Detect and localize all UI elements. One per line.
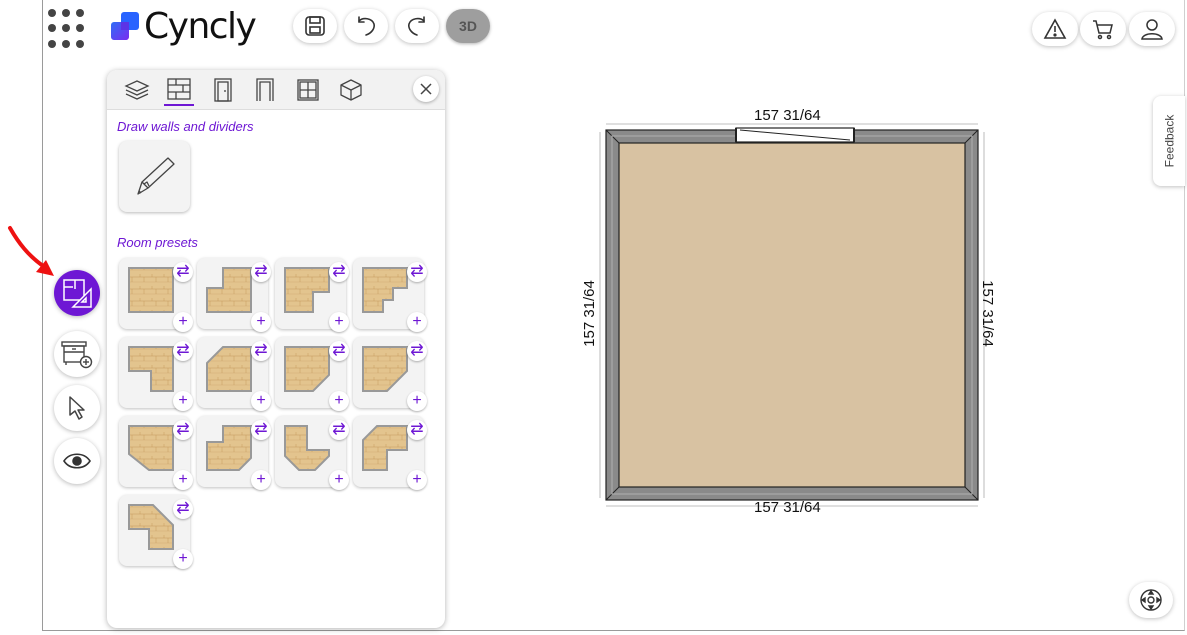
- cart-button[interactable]: [1080, 12, 1126, 46]
- tab-doors[interactable]: [208, 74, 238, 106]
- close-panel-button[interactable]: [413, 76, 439, 102]
- feedback-label: Feedback: [1162, 114, 1177, 168]
- panel-tabs: [107, 70, 445, 110]
- preset-angled-bottom-left[interactable]: ⇄ +: [119, 416, 193, 490]
- add-icon[interactable]: +: [173, 470, 193, 490]
- add-icon[interactable]: +: [329, 312, 349, 332]
- add-icon[interactable]: +: [173, 312, 193, 332]
- swap-icon[interactable]: ⇄: [407, 341, 427, 361]
- preset-angled-corners[interactable]: ⇄ +: [275, 416, 349, 490]
- navigation-compass-icon: [1140, 589, 1162, 611]
- swap-icon[interactable]: ⇄: [329, 262, 349, 282]
- swap-icon[interactable]: ⇄: [173, 341, 193, 361]
- preset-angled-bottom-right[interactable]: ⇄ +: [275, 337, 349, 411]
- tab-openings[interactable]: [250, 74, 280, 106]
- preset-square[interactable]: ⇄ +: [119, 258, 193, 332]
- add-furniture-button[interactable]: [54, 331, 100, 377]
- account-button[interactable]: [1129, 12, 1175, 46]
- preset-l-shape[interactable]: ⇄ +: [119, 337, 193, 411]
- window-icon: [297, 79, 319, 101]
- save-button[interactable]: [293, 9, 337, 43]
- room-design-panel: Draw walls and dividers Room presets ⇄ +: [107, 70, 445, 628]
- draw-walls-title: Draw walls and dividers: [117, 119, 254, 134]
- layers-icon: [124, 80, 150, 100]
- view-3d-button[interactable]: 3D: [446, 9, 490, 43]
- add-icon[interactable]: +: [251, 391, 271, 411]
- warning-button[interactable]: [1032, 12, 1078, 46]
- draw-walls-button[interactable]: [119, 141, 190, 212]
- tab-walls[interactable]: [164, 74, 194, 106]
- box-icon: [340, 79, 362, 101]
- tab-objects[interactable]: [336, 74, 366, 106]
- swap-icon[interactable]: ⇄: [173, 420, 193, 440]
- right-dimension-label: 157 31/64: [978, 280, 996, 347]
- swap-icon[interactable]: ⇄: [173, 262, 193, 282]
- cabinet-add-icon: [61, 341, 93, 369]
- add-icon[interactable]: +: [173, 549, 193, 569]
- logo-text: Cyncly: [144, 5, 257, 47]
- add-icon[interactable]: +: [407, 312, 427, 332]
- preset-notch-angled[interactable]: ⇄ +: [197, 416, 271, 490]
- preset-angled-top[interactable]: ⇄ +: [353, 416, 427, 490]
- save-icon: [305, 16, 325, 36]
- tab-windows[interactable]: [293, 74, 323, 106]
- opening-icon: [256, 78, 274, 101]
- undo-button[interactable]: [344, 9, 388, 43]
- door-icon: [214, 78, 232, 102]
- preset-notch-bottom-right[interactable]: ⇄ +: [275, 258, 349, 332]
- tab-layers[interactable]: [122, 74, 152, 106]
- room-presets-title: Room presets: [117, 235, 198, 250]
- undo-icon: [358, 16, 375, 36]
- logo: Cyncly: [110, 5, 257, 47]
- swap-icon[interactable]: ⇄: [251, 341, 271, 361]
- preset-angled-right[interactable]: ⇄ +: [353, 337, 427, 411]
- swap-icon[interactable]: ⇄: [407, 262, 427, 282]
- add-icon[interactable]: +: [329, 470, 349, 490]
- swap-icon[interactable]: ⇄: [251, 420, 271, 440]
- apps-menu-icon[interactable]: [48, 9, 88, 49]
- preset-notch-right[interactable]: ⇄ +: [353, 258, 427, 332]
- preset-pentagon[interactable]: ⇄ +: [119, 495, 193, 569]
- pencil-icon: [136, 156, 175, 195]
- cursor-arrow-icon: [69, 396, 85, 420]
- add-icon[interactable]: +: [251, 312, 271, 332]
- swap-icon[interactable]: ⇄: [329, 420, 349, 440]
- redo-button[interactable]: [395, 9, 439, 43]
- warning-icon: [1043, 18, 1067, 39]
- preset-notch-top-left[interactable]: ⇄ +: [197, 258, 271, 332]
- swap-icon[interactable]: ⇄: [329, 341, 349, 361]
- floorplan-ruler-icon: [63, 279, 92, 308]
- top-dimension-label: 157 31/64: [754, 107, 821, 124]
- preset-octagon-top-left[interactable]: ⇄ +: [197, 337, 271, 411]
- swap-icon[interactable]: ⇄: [173, 499, 193, 519]
- swap-icon[interactable]: ⇄: [251, 262, 271, 282]
- add-icon[interactable]: +: [407, 391, 427, 411]
- swap-icon[interactable]: ⇄: [407, 420, 427, 440]
- add-icon[interactable]: +: [251, 470, 271, 490]
- navigation-button[interactable]: [1129, 582, 1173, 618]
- close-icon: [420, 83, 432, 95]
- redo-icon: [408, 16, 425, 36]
- user-icon: [1141, 19, 1163, 40]
- left-dimension-label: 157 31/64: [580, 280, 598, 347]
- add-icon[interactable]: +: [407, 470, 427, 490]
- add-icon[interactable]: +: [173, 391, 193, 411]
- cart-icon: [1093, 20, 1113, 40]
- room-design-button[interactable]: [54, 270, 100, 316]
- room-canvas[interactable]: [590, 110, 1000, 520]
- eye-icon: [63, 453, 91, 469]
- add-icon[interactable]: +: [329, 391, 349, 411]
- select-button[interactable]: [54, 385, 100, 431]
- feedback-tab[interactable]: Feedback: [1153, 96, 1185, 186]
- bottom-dimension-label: 157 31/64: [754, 499, 821, 516]
- room-floor: [618, 142, 966, 488]
- red-arrow-icon: [8, 226, 54, 276]
- logo-mark-icon: [110, 11, 140, 41]
- view-button[interactable]: [54, 438, 100, 484]
- brick-wall-icon: [167, 78, 191, 100]
